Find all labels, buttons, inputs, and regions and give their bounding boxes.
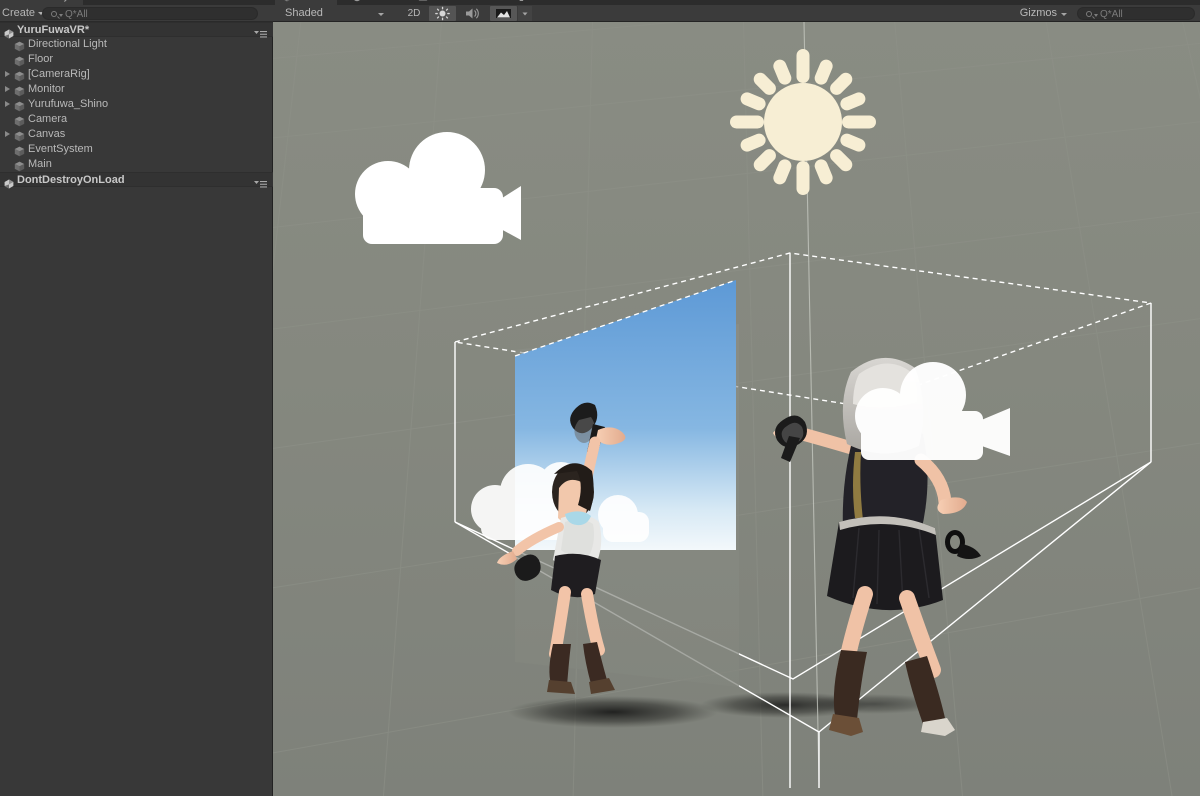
- context-menu-icon[interactable]: [254, 176, 267, 188]
- create-button-label: Create: [2, 7, 36, 19]
- tab-label: Scene: [297, 0, 328, 2]
- gameobject-cube-icon: [14, 99, 25, 112]
- gameobject-cube-icon: [14, 144, 25, 157]
- hierarchy-item-floor[interactable]: Floor: [0, 52, 273, 67]
- effects-dropdown-button[interactable]: [518, 6, 532, 21]
- hierarchy-search-input[interactable]: Q*All: [42, 7, 258, 20]
- scene-name-label: DontDestroyOnLoad: [17, 174, 125, 186]
- hierarchy-item-label: EventSystem: [28, 143, 93, 155]
- toggle-audio-button[interactable]: [457, 6, 484, 21]
- gameobject-cube-icon: [14, 129, 25, 142]
- chevron-down-icon: [1061, 13, 1067, 16]
- scene-view-panel: SceneGameAsset StoreAnimator Shaded 2D: [273, 0, 1200, 796]
- scene-row-0[interactable]: YuruFuwaVR*: [0, 22, 273, 39]
- expand-arrow-icon[interactable]: [5, 131, 10, 137]
- hierarchy-panel: Hierarchy ▭ ▭ Create Q*All YuruFuwaVR*Di…: [0, 0, 273, 796]
- gameobject-cube-icon: [14, 159, 25, 172]
- hierarchy-item-canvas[interactable]: Canvas: [0, 127, 273, 142]
- reflected-skirt: [551, 553, 601, 598]
- toggle-lighting-button[interactable]: [429, 6, 456, 21]
- search-icon: [1086, 11, 1092, 17]
- scene-view-toolbar: Shaded 2D Gizmos Q*All: [273, 5, 1200, 22]
- hierarchy-item-label: Yurufuwa_Shino: [28, 98, 109, 110]
- hierarchy-item-label: Main: [28, 158, 52, 170]
- game-icon: [352, 0, 362, 2]
- audio-icon: [466, 8, 479, 19]
- expand-arrow-icon[interactable]: [5, 86, 10, 92]
- expand-arrow-icon[interactable]: [5, 71, 10, 77]
- hierarchy-item-monitor[interactable]: Monitor: [0, 82, 273, 97]
- scene-viewport[interactable]: [273, 22, 1200, 796]
- hierarchy-item-label: Directional Light: [28, 38, 107, 50]
- lighting-icon: [435, 6, 450, 21]
- gameobject-cube-icon: [14, 69, 25, 82]
- toggle-effects-button[interactable]: [490, 6, 517, 21]
- scene-name-label: YuruFuwaVR*: [17, 24, 90, 36]
- tab-label: Animator: [529, 0, 573, 2]
- unity-scene-icon: [4, 26, 14, 39]
- toggle-2d-button[interactable]: 2D: [401, 6, 427, 21]
- hierarchy-item-camera[interactable]: Camera: [0, 112, 273, 127]
- gameobject-cube-icon: [14, 84, 25, 97]
- expand-arrow-icon[interactable]: [5, 101, 10, 107]
- tab-hierarchy-label: Hierarchy: [22, 0, 69, 2]
- effects-icon: [496, 9, 511, 18]
- unity-scene-icon: [4, 176, 14, 189]
- draw-mode-dropdown[interactable]: Shaded: [277, 6, 390, 21]
- scene-icon: [282, 0, 292, 2]
- hierarchy-item-yurufuwa-shino[interactable]: Yurufuwa_Shino: [0, 97, 273, 112]
- hierarchy-search-placeholder: Q*All: [65, 9, 88, 20]
- hierarchy-item-eventsystem[interactable]: EventSystem: [0, 142, 273, 157]
- gameobject-cube-icon: [14, 54, 25, 67]
- chevron-down-icon: [59, 14, 63, 17]
- hierarchy-item-label: Floor: [28, 53, 54, 65]
- chevron-down-icon: [522, 12, 528, 16]
- scene-search-placeholder: Q*All: [1100, 9, 1123, 20]
- gameobject-cube-icon: [14, 39, 25, 52]
- gizmos-label: Gizmos: [1019, 7, 1057, 19]
- hierarchy-toolbar: Create Q*All: [0, 5, 273, 22]
- hierarchy-item-label: Camera: [28, 113, 68, 125]
- hierarchy-item-label: Monitor: [28, 83, 65, 95]
- search-icon: [51, 11, 57, 17]
- hierarchy-item-directional-light[interactable]: Directional Light: [0, 37, 273, 52]
- asset-store-icon: [418, 0, 428, 1]
- chevron-down-icon: [1094, 14, 1098, 17]
- hierarchy-item-label: [CameraRig]: [28, 68, 90, 80]
- character-shadow-reflection: [508, 696, 718, 728]
- draw-mode-label: Shaded: [285, 7, 323, 19]
- unity-editor-window: Hierarchy ▭ ▭ Create Q*All YuruFuwaVR*Di…: [0, 0, 1200, 796]
- viewport-render: [273, 22, 1200, 796]
- hierarchy-item-camerarig[interactable]: [CameraRig]: [0, 67, 273, 82]
- hierarchy-item-label: Canvas: [28, 128, 66, 140]
- scene-row-1[interactable]: DontDestroyOnLoad: [0, 172, 273, 189]
- animator-icon: [514, 0, 524, 1]
- hierarchy-item-main[interactable]: Main: [0, 157, 273, 172]
- context-menu-icon[interactable]: [254, 26, 267, 38]
- scene-search-input[interactable]: Q*All: [1077, 7, 1195, 20]
- gameobject-cube-icon: [14, 114, 25, 127]
- chevron-down-icon: [378, 13, 384, 16]
- tab-label: Game: [367, 0, 397, 2]
